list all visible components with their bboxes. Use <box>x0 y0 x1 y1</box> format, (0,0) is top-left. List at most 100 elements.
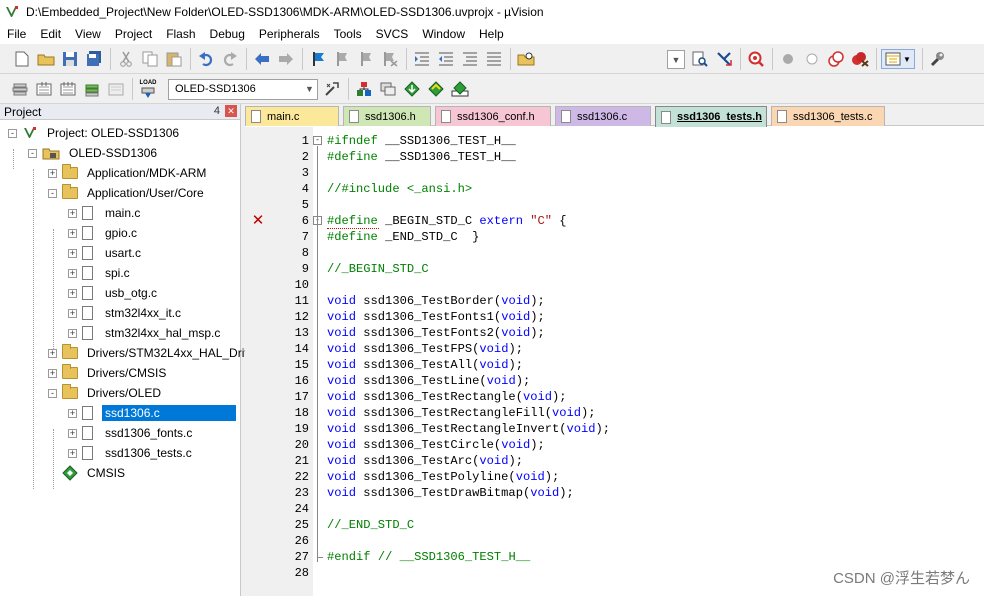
code-line[interactable]: void ssd1306_TestFonts1(void); <box>327 309 545 325</box>
bookmark-icon[interactable] <box>308 49 328 69</box>
code-line[interactable]: void ssd1306_TestArc(void); <box>327 453 523 469</box>
new-file-icon[interactable] <box>12 49 32 69</box>
expand-icon[interactable]: + <box>68 248 77 258</box>
collapse-icon[interactable]: - <box>28 148 37 158</box>
code-line[interactable]: void ssd1306_TestBorder(void); <box>327 293 545 309</box>
tree-item[interactable]: + usart.c <box>68 243 144 263</box>
expand-icon[interactable]: + <box>68 268 77 278</box>
tree-item[interactable]: - OLED-SSD1306 <box>28 143 160 163</box>
enable-breakpoint-icon[interactable] <box>802 49 822 69</box>
find-icon[interactable] <box>690 49 710 69</box>
expand-icon[interactable]: + <box>68 448 77 458</box>
open-folder-icon[interactable] <box>36 49 56 69</box>
code-line[interactable]: #define __SSD1306_TEST_H__ <box>327 149 516 165</box>
build-icon[interactable] <box>34 79 54 99</box>
tree-item[interactable]: - Project: OLED-SSD1306 <box>8 123 182 143</box>
close-icon[interactable]: ✕ <box>225 105 237 117</box>
expand-icon[interactable]: + <box>68 288 77 298</box>
tree-item[interactable]: - Drivers/OLED <box>48 383 164 403</box>
menu-peripherals[interactable]: Peripherals <box>252 24 327 44</box>
save-icon[interactable] <box>60 49 80 69</box>
expand-icon[interactable]: + <box>68 208 77 218</box>
tree-item[interactable]: + Application/MDK-ARM <box>48 163 209 183</box>
chevron-down-icon[interactable]: ▼ <box>301 80 317 99</box>
navigate-back-icon[interactable] <box>252 49 272 69</box>
save-all-icon[interactable] <box>84 49 104 69</box>
expand-icon[interactable]: + <box>68 228 77 238</box>
editor-tab[interactable]: ssd1306.h <box>343 106 431 126</box>
tree-item[interactable]: + spi.c <box>68 263 133 283</box>
code-line[interactable]: #ifndef __SSD1306_TEST_H__ <box>327 133 516 149</box>
code-line[interactable]: void ssd1306_TestRectangleFill(void); <box>327 405 596 421</box>
collapse-icon[interactable]: - <box>48 188 57 198</box>
editor-tab[interactable]: ssd1306.c <box>555 106 651 126</box>
tree-item[interactable]: + usb_otg.c <box>68 283 160 303</box>
code-line[interactable]: void ssd1306_TestFPS(void); <box>327 341 523 357</box>
editor-tab[interactable]: ssd1306_tests.c <box>771 106 885 126</box>
menu-project[interactable]: Project <box>108 24 159 44</box>
tree-item[interactable]: + stm32l4xx_hal_msp.c <box>68 323 223 343</box>
stop-build-icon[interactable] <box>106 79 126 99</box>
code-line[interactable]: void ssd1306_TestRectangle(void); <box>327 389 567 405</box>
window-layout-button[interactable]: ▼ <box>881 49 915 69</box>
copy-icon[interactable] <box>140 49 160 69</box>
error-icon[interactable]: ✕ <box>251 213 265 228</box>
tree-item[interactable]: - Application/User/Core <box>48 183 207 203</box>
target-select[interactable]: OLED-SSD1306 ▼ <box>168 79 318 100</box>
manage-project-items-icon[interactable] <box>354 79 374 99</box>
menu-flash[interactable]: Flash <box>159 24 202 44</box>
editor-tab[interactable]: main.c <box>245 106 339 126</box>
expand-icon[interactable]: + <box>68 328 77 338</box>
select-packs-icon[interactable] <box>378 79 398 99</box>
tree-item[interactable]: + gpio.c <box>68 223 140 243</box>
fold-collapse-icon[interactable]: - <box>313 136 322 145</box>
tree-item[interactable]: + main.c <box>68 203 143 223</box>
code-line[interactable]: void ssd1306_TestDrawBitmap(void); <box>327 485 574 501</box>
tree-item[interactable]: + Drivers/STM32L4xx_HAL_Driv <box>48 343 253 363</box>
pin-icon[interactable]: 4 <box>214 105 220 117</box>
menu-window[interactable]: Window <box>415 24 472 44</box>
menu-debug[interactable]: Debug <box>203 24 252 44</box>
paste-icon[interactable] <box>164 49 184 69</box>
collapse-icon[interactable]: - <box>8 128 17 138</box>
uncomment-icon[interactable] <box>484 49 504 69</box>
tree-item[interactable]: + ssd1306_tests.c <box>68 443 195 463</box>
tree-item[interactable]: CMSIS <box>48 463 128 483</box>
code-line[interactable]: void ssd1306_TestPolyline(void); <box>327 469 559 485</box>
rte-manage-icon[interactable] <box>426 79 446 99</box>
debug-session-icon[interactable] <box>746 49 766 69</box>
menu-tools[interactable]: Tools <box>327 24 369 44</box>
code-line[interactable]: void ssd1306_TestRectangleInvert(void); <box>327 421 610 437</box>
rebuild-icon[interactable] <box>58 79 78 99</box>
menu-edit[interactable]: Edit <box>33 24 68 44</box>
disable-all-breakpoints-icon[interactable] <box>826 49 846 69</box>
code-line[interactable]: //_END_STD_C <box>327 517 414 533</box>
code-view[interactable]: #ifndef __SSD1306_TEST_H__ #define __SSD1… <box>313 127 984 596</box>
translate-icon[interactable] <box>10 79 30 99</box>
unindent-icon[interactable] <box>436 49 456 69</box>
tree-item[interactable]: + Drivers/CMSIS <box>48 363 169 383</box>
cut-icon[interactable] <box>116 49 136 69</box>
undo-icon[interactable] <box>196 49 216 69</box>
download-icon[interactable]: LOAD <box>138 77 158 101</box>
code-line[interactable]: void ssd1306_TestLine(void); <box>327 373 530 389</box>
tree-item[interactable]: + stm32l4xx_it.c <box>68 303 184 323</box>
indent-icon[interactable] <box>412 49 432 69</box>
collapse-icon[interactable]: - <box>48 388 57 398</box>
tree-item[interactable]: + ssd1306_fonts.c <box>68 423 195 443</box>
expand-icon[interactable]: + <box>48 168 57 178</box>
code-line[interactable]: void ssd1306_TestFonts2(void); <box>327 325 545 341</box>
batch-build-icon[interactable] <box>82 79 102 99</box>
expand-icon[interactable]: + <box>68 428 77 438</box>
component-configure-icon[interactable] <box>450 79 470 99</box>
menu-file[interactable]: File <box>0 24 33 44</box>
code-line[interactable]: //#include <_ansi.h> <box>327 181 472 197</box>
incremental-find-icon[interactable] <box>714 49 734 69</box>
pack-installer-icon[interactable] <box>402 79 422 99</box>
options-for-target-icon[interactable] <box>322 79 342 99</box>
find-dropdown-arrow[interactable]: ▼ <box>667 50 685 69</box>
comment-icon[interactable] <box>460 49 480 69</box>
menu-help[interactable]: Help <box>472 24 511 44</box>
find-in-files-icon[interactable] <box>516 49 536 69</box>
code-line[interactable]: void ssd1306_TestCircle(void); <box>327 437 545 453</box>
